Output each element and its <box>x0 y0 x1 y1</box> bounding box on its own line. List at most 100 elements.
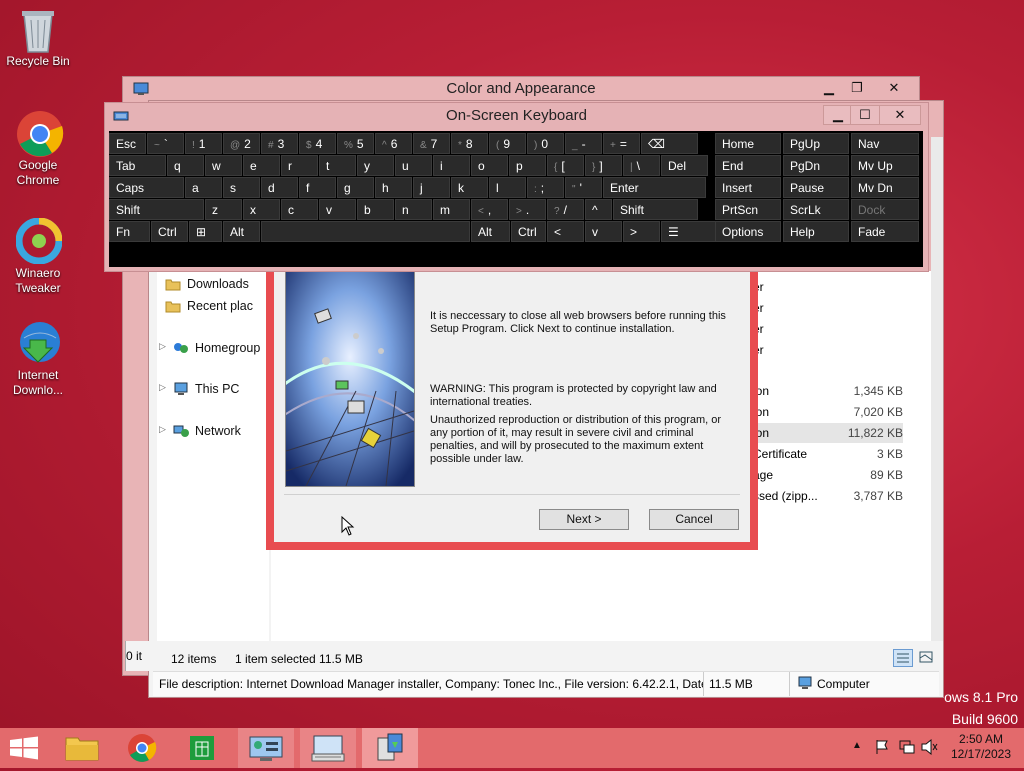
key-tab[interactable]: Tab <box>109 155 166 176</box>
expand-arrow-icon[interactable]: ▷ <box>159 424 166 435</box>
list-item[interactable]: age 89 KB <box>753 465 903 485</box>
network-status-icon[interactable] <box>898 738 916 759</box>
key-v[interactable]: v <box>585 221 622 242</box>
key-o[interactable]: o <box>471 155 508 176</box>
key-symbol[interactable]: >. <box>509 199 546 220</box>
nav-item-homegroup[interactable]: ▷ Homegroup <box>159 341 260 355</box>
key-g[interactable]: g <box>337 177 374 198</box>
key-symbol[interactable]: }] <box>585 155 622 176</box>
expand-arrow-icon[interactable]: ▷ <box>159 341 166 352</box>
taskbar-store[interactable] <box>176 728 228 768</box>
key-e[interactable]: e <box>243 155 280 176</box>
key-c[interactable]: c <box>281 199 318 220</box>
key-caps[interactable]: Caps <box>109 177 184 198</box>
key-b[interactable]: b <box>357 199 394 220</box>
key-7[interactable]: & 7 <box>413 133 450 154</box>
key-alt[interactable]: Alt <box>471 221 510 242</box>
key-alt[interactable]: Alt <box>223 221 260 242</box>
list-item[interactable]: er <box>753 319 903 339</box>
close-button[interactable]: ✕ <box>873 79 915 97</box>
key-v[interactable]: v <box>319 199 356 220</box>
key-pgdn[interactable]: PgDn <box>783 155 849 176</box>
osk-minimize-button[interactable]: ▁ <box>823 105 853 125</box>
key-u[interactable]: u <box>395 155 432 176</box>
vertical-scrollbar[interactable] <box>931 137 943 641</box>
key-symbol[interactable]: ^ <box>585 199 612 220</box>
key-symbol[interactable]: > <box>623 221 660 242</box>
key-1[interactable]: ! 1 <box>185 133 222 154</box>
key-9[interactable]: (9 <box>489 133 526 154</box>
action-center-flag-icon[interactable] <box>874 738 890 759</box>
key-shift[interactable]: Shift <box>613 199 698 220</box>
key-t[interactable]: t <box>319 155 356 176</box>
key-x[interactable]: x <box>243 199 280 220</box>
key-y[interactable]: y <box>357 155 394 176</box>
key-z[interactable]: z <box>205 199 242 220</box>
key-j[interactable]: j <box>413 177 450 198</box>
key-scrlk[interactable]: ScrLk <box>783 199 849 220</box>
key-symbol[interactable]: ? / <box>547 199 584 220</box>
key-mvdn[interactable]: Mv Dn <box>851 177 919 198</box>
key-symbol[interactable]: ~ ` <box>147 133 184 154</box>
key-symbol[interactable]: <, <box>471 199 508 220</box>
expand-arrow-icon[interactable]: ▷ <box>159 382 166 393</box>
key-m[interactable]: m <box>433 199 470 220</box>
key-3[interactable]: #3 <box>261 133 298 154</box>
desktop-icon-recycle-bin[interactable]: Recycle Bin <box>0 6 76 69</box>
osk-close-button[interactable]: ✕ <box>879 105 921 125</box>
key-pause[interactable]: Pause <box>783 177 849 198</box>
start-button[interactable] <box>0 728 56 768</box>
key-symbol[interactable]: " ' <box>565 177 602 198</box>
list-item[interactable]: ion 7,020 KB <box>753 402 903 422</box>
key-nav[interactable]: Nav <box>851 133 919 154</box>
key-d[interactable]: d <box>261 177 298 198</box>
list-item[interactable]: er <box>753 298 903 318</box>
large-icons-view-button[interactable] <box>917 649 937 667</box>
desktop-icon-winaero[interactable]: Winaero Tweaker <box>0 217 76 296</box>
key-symbol[interactable]: < <box>547 221 584 242</box>
list-item-selected[interactable]: ion 11,822 KB <box>753 423 903 443</box>
key-q[interactable]: q <box>167 155 204 176</box>
key-2[interactable]: @2 <box>223 133 260 154</box>
key-symbol[interactable]: ⌫ <box>641 133 698 154</box>
key-symbol[interactable]: {[ <box>547 155 584 176</box>
key-enter[interactable]: Enter <box>603 177 706 198</box>
list-item[interactable]: ion 1,345 KB <box>753 381 903 401</box>
next-button[interactable]: Next > <box>539 509 629 530</box>
key-home[interactable]: Home <box>715 133 781 154</box>
key-prtscn[interactable]: PrtScn <box>715 199 781 220</box>
maximize-button[interactable]: ❐ <box>843 79 871 97</box>
key-f[interactable]: f <box>299 177 336 198</box>
key-fn[interactable]: Fn <box>109 221 150 242</box>
taskbar-on-screen-keyboard[interactable] <box>300 728 356 768</box>
show-hidden-icons-button[interactable]: ▲ <box>852 740 862 751</box>
nav-item-recent-places[interactable]: Recent plac <box>165 299 253 313</box>
key-symbol[interactable]: :; <box>527 177 564 198</box>
minimize-button[interactable]: ▁ <box>815 79 843 97</box>
list-item[interactable]: er <box>753 277 903 297</box>
key-s[interactable]: s <box>223 177 260 198</box>
taskbar-clock[interactable]: 2:50 AM 12/17/2023 <box>946 732 1016 762</box>
key-symbol[interactable]: + = <box>603 133 640 154</box>
taskbar-chrome[interactable] <box>116 728 168 768</box>
key-a[interactable]: a <box>185 177 222 198</box>
details-view-button[interactable] <box>893 649 913 667</box>
key-symbol[interactable]: ☰ <box>661 221 716 242</box>
key-del[interactable]: Del <box>661 155 708 176</box>
desktop-icon-chrome[interactable]: Google Chrome <box>0 110 76 188</box>
key-ctrl[interactable]: Ctrl <box>511 221 546 242</box>
key-insert[interactable]: Insert <box>715 177 781 198</box>
taskbar-control-panel[interactable] <box>238 728 294 768</box>
key-symbol[interactable]: _ - <box>565 133 602 154</box>
key-shift[interactable]: Shift <box>109 199 204 220</box>
nav-item-this-pc[interactable]: ▷ This PC <box>159 382 239 396</box>
taskbar-file-explorer[interactable] <box>56 728 108 768</box>
cancel-button[interactable]: Cancel <box>649 509 739 530</box>
key-l[interactable]: l <box>489 177 526 198</box>
list-item[interactable]: ssed (zipp... 3,787 KB <box>753 486 903 506</box>
nav-item-network[interactable]: ▷ Network <box>159 424 241 438</box>
key-8[interactable]: * 8 <box>451 133 488 154</box>
key-w[interactable]: w <box>205 155 242 176</box>
key-r[interactable]: r <box>281 155 318 176</box>
list-item[interactable]: Certificate 3 KB <box>753 444 903 464</box>
